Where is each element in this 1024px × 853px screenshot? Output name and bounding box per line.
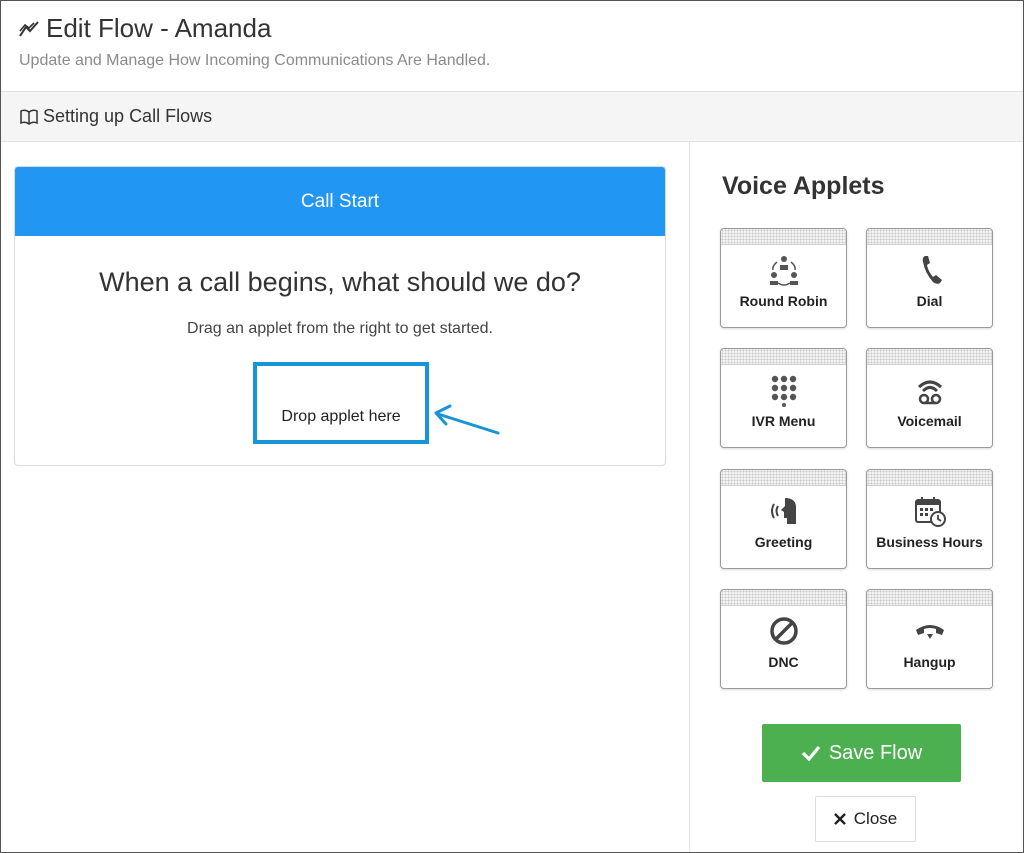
save-flow-button[interactable]: Save Flow	[762, 724, 961, 782]
flow-hint: Drag an applet from the right to get sta…	[187, 320, 493, 337]
flow-card: Call Start When a call begins, what shou…	[14, 166, 666, 466]
applet-label: DNC	[768, 654, 799, 670]
voicemail-icon	[917, 380, 942, 405]
applet-ivr-menu[interactable]: IVR Menu	[720, 348, 847, 448]
drag-handle[interactable]	[867, 470, 992, 486]
applet-label: IVR Menu	[751, 413, 816, 429]
applet-dnc[interactable]: DNC	[720, 589, 847, 689]
book-icon	[20, 108, 38, 125]
applet-dial[interactable]: Dial	[866, 228, 993, 328]
applet-label: Round Robin	[739, 293, 828, 309]
flow-question: When a call begins, what should we do?	[99, 267, 581, 297]
applet-drop-zone[interactable]: Drop applet here	[253, 362, 429, 444]
arrow-icon	[434, 404, 500, 435]
drag-handle[interactable]	[721, 590, 846, 606]
applet-label: Dial	[916, 293, 943, 309]
applet-hangup[interactable]: Hangup	[866, 589, 993, 689]
drag-handle[interactable]	[721, 470, 846, 486]
help-link[interactable]: Setting up Call Flows	[19, 106, 212, 127]
drag-handle[interactable]	[867, 229, 992, 245]
ban-icon	[769, 617, 798, 645]
applet-business-hours[interactable]: Business Hours	[866, 469, 993, 569]
close-icon	[833, 813, 846, 825]
applet-label: Voicemail	[897, 413, 962, 429]
check-icon	[801, 745, 821, 762]
calendar-clock-icon	[914, 497, 946, 527]
help-link-label: Setting up Call Flows	[43, 106, 213, 126]
drag-handle[interactable]	[721, 349, 846, 365]
round-robin-icon	[769, 256, 798, 286]
close-button[interactable]: Close	[815, 796, 916, 842]
applet-voicemail[interactable]: Voicemail	[866, 348, 993, 448]
panel-divider	[689, 141, 690, 852]
call-start-header: Call Start	[15, 167, 665, 236]
phone-icon	[922, 256, 942, 284]
applet-label: Greeting	[754, 534, 813, 550]
applets-heading: Voice Applets	[722, 172, 885, 200]
drag-handle[interactable]	[867, 590, 992, 606]
drag-handle[interactable]	[867, 349, 992, 365]
greeting-icon	[770, 498, 796, 524]
applet-round-robin[interactable]: Round Robin	[720, 228, 847, 328]
drag-handle[interactable]	[721, 229, 846, 245]
chart-line-icon	[19, 20, 39, 37]
help-bar: Setting up Call Flows	[1, 91, 1023, 142]
drop-zone-label: Drop applet here	[281, 408, 401, 425]
save-flow-label: Save Flow	[828, 741, 923, 764]
page-header: Edit Flow - Amanda Update and Manage How…	[1, 1, 1023, 91]
page-title: Edit Flow - Amanda	[18, 13, 271, 44]
page-title-text: Edit Flow - Amanda	[46, 13, 272, 43]
applet-label: Business Hours	[876, 534, 983, 550]
close-label: Close	[853, 809, 898, 828]
keypad-icon	[771, 375, 796, 407]
hangup-icon	[915, 625, 944, 639]
page-subtitle: Update and Manage How Incoming Communica…	[19, 52, 491, 69]
applet-label: Hangup	[903, 654, 956, 670]
applet-greeting[interactable]: Greeting	[720, 469, 847, 569]
